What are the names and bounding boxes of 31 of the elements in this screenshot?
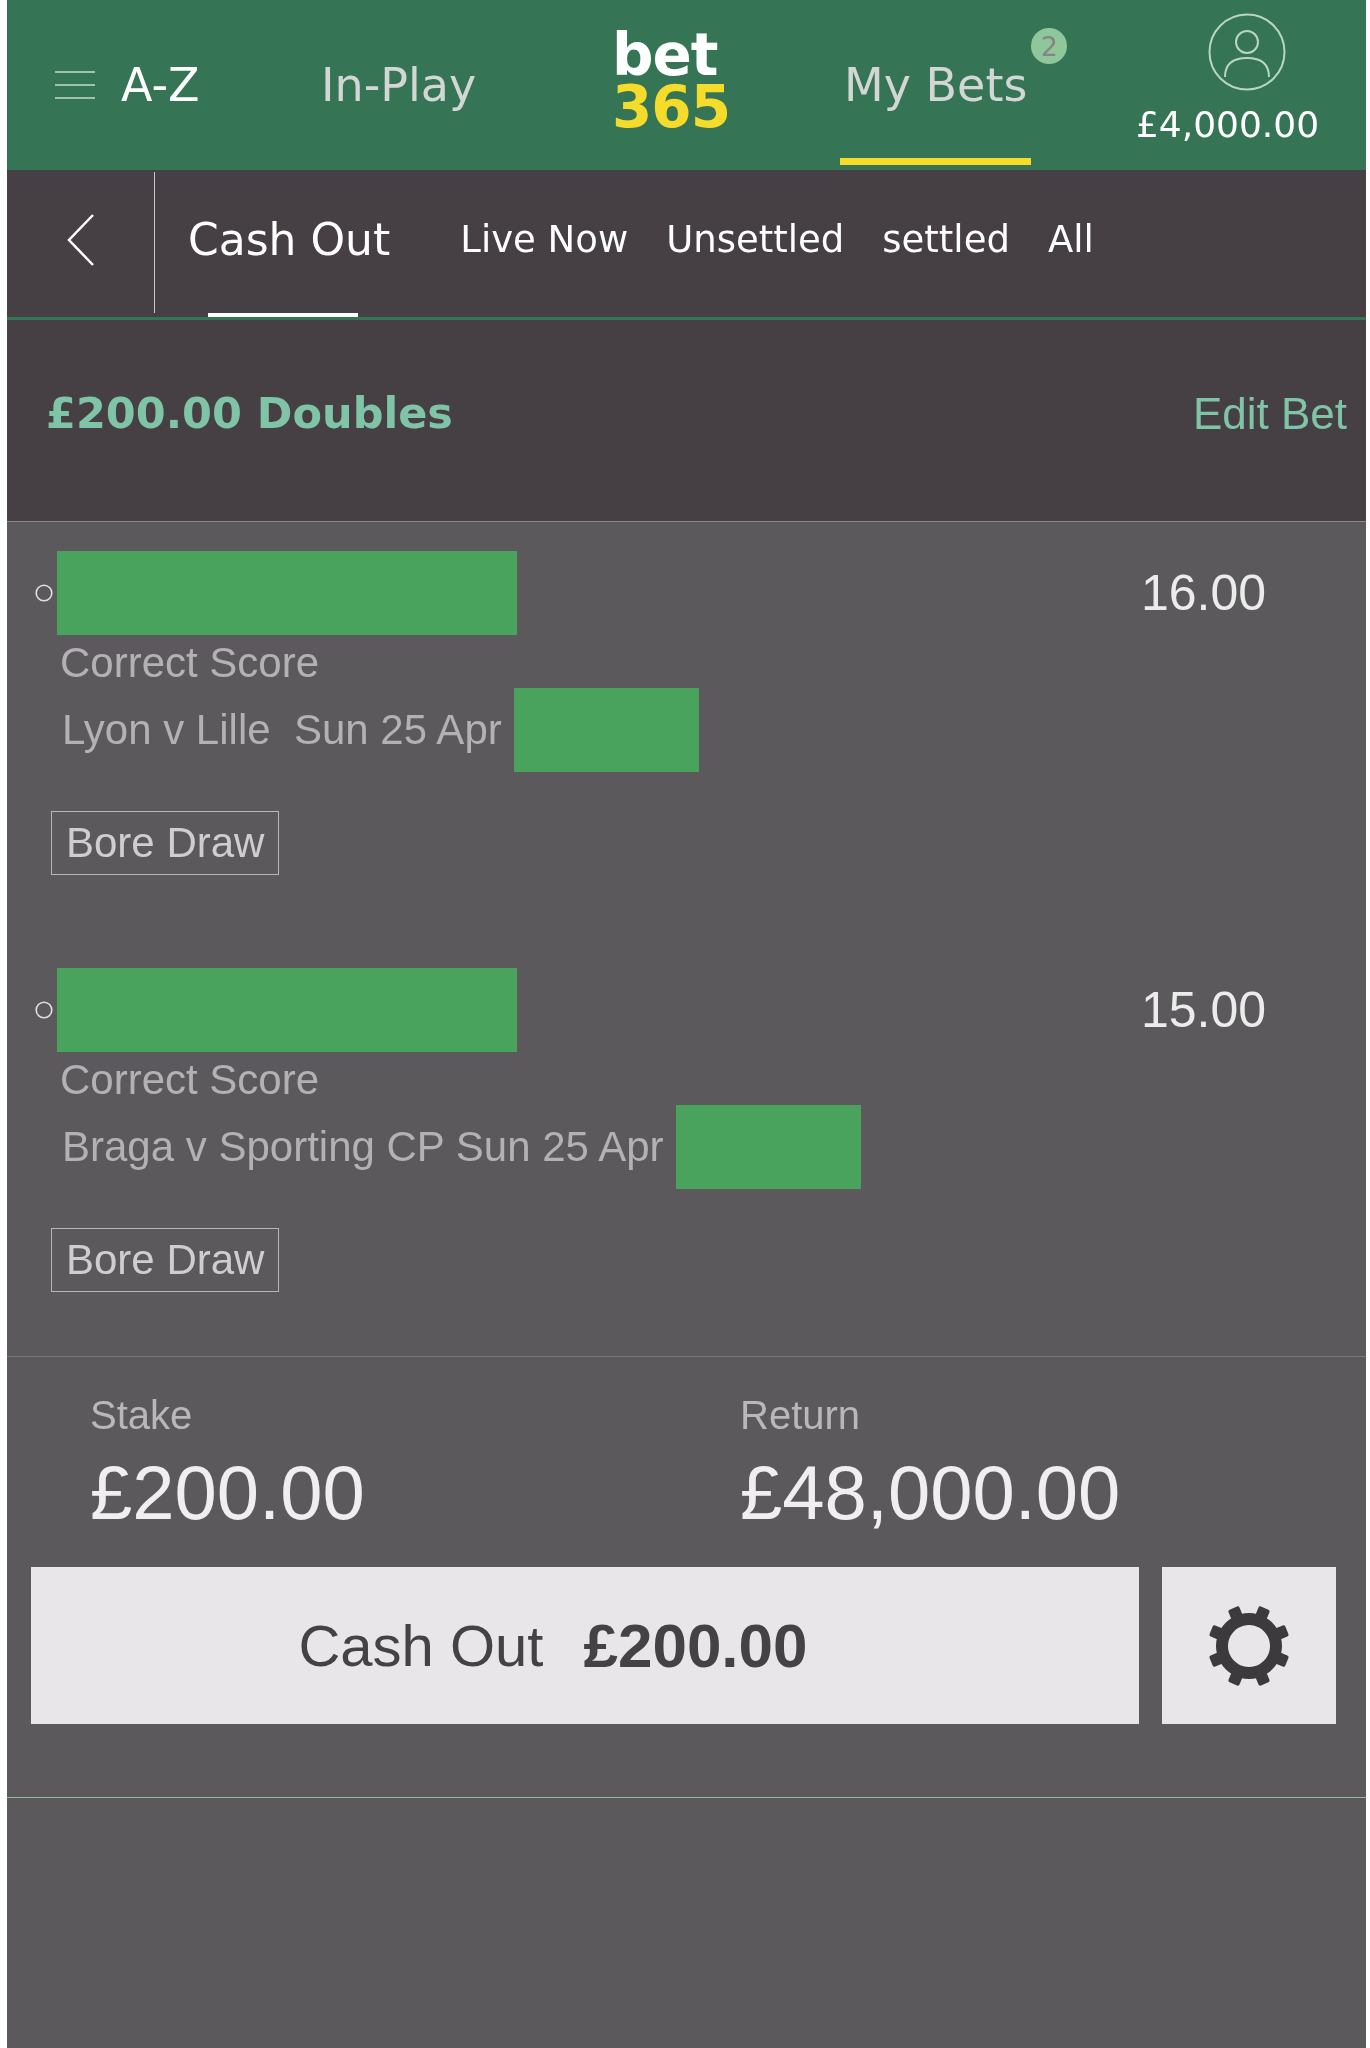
back-icon[interactable] xyxy=(66,213,95,266)
stake-amount: £200.00 xyxy=(90,1451,365,1535)
filter-tab[interactable]: settled xyxy=(882,170,1010,317)
market-name: Correct Score xyxy=(60,638,320,688)
filter-tab[interactable]: Unsettled xyxy=(666,170,845,317)
settings-button[interactable] xyxy=(1162,1567,1336,1724)
ring-icon xyxy=(35,584,53,602)
market-name: Correct Score xyxy=(60,1055,320,1105)
count-badge: 2 xyxy=(1031,28,1068,64)
filter-tab[interactable]: Live Now xyxy=(460,170,629,317)
odds-value: 16.00 xyxy=(1140,565,1266,621)
stake-label: Stake xyxy=(90,1392,193,1439)
return-amount: £48,000.00 xyxy=(740,1451,1121,1535)
ring-icon xyxy=(35,1001,53,1019)
account-balance: £4,000.00 xyxy=(1135,103,1320,147)
filter-tab[interactable]: Cash Out xyxy=(188,170,391,317)
event-name: Braga v Sporting CP Sun 25 Apr xyxy=(62,1121,664,1172)
bet-tag: Bore Draw xyxy=(51,811,280,875)
return-label: Return xyxy=(740,1392,861,1439)
account-icon[interactable] xyxy=(1207,13,1286,91)
cash-out-button[interactable]: Cash Out £200.00 xyxy=(31,1567,1139,1724)
bet-tag: Bore Draw xyxy=(51,1228,280,1292)
bet-title: £200.00 Doubles xyxy=(46,387,453,441)
odds-value: 15.00 xyxy=(1140,982,1266,1038)
menu-icon[interactable] xyxy=(55,70,95,100)
event-name: Lyon v Lille Sun 25 Apr xyxy=(62,704,502,755)
edit-bet-link[interactable]: Edit Bet xyxy=(1192,380,1347,447)
filter-tab[interactable]: All xyxy=(1047,170,1094,317)
logo[interactable]: bet 365 xyxy=(612,28,731,142)
nav-tab[interactable]: In-Play xyxy=(317,0,481,165)
menu-button[interactable]: A-Z xyxy=(55,59,200,111)
